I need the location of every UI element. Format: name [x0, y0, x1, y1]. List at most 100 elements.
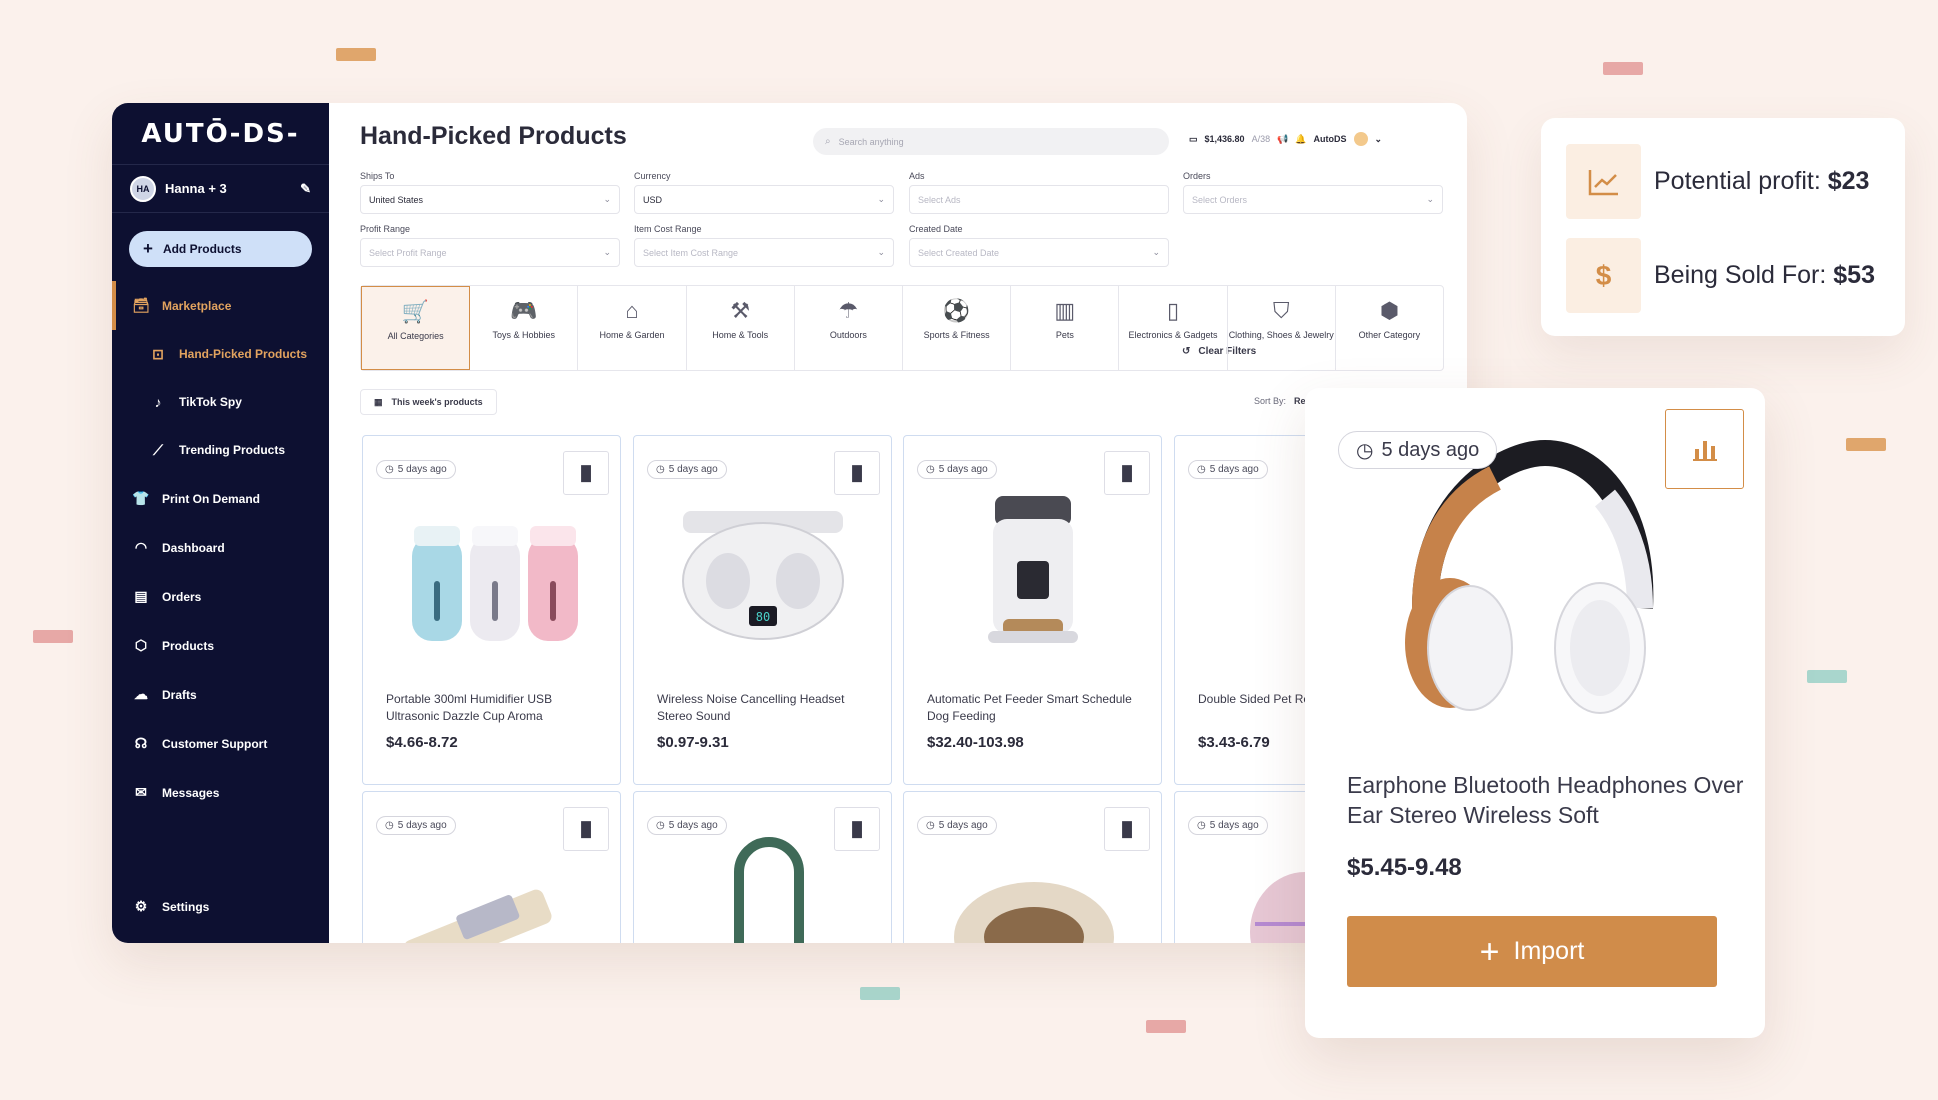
bar-chart-icon[interactable]: ▐▌ [1104, 807, 1150, 851]
ships-to-value: United States [369, 194, 424, 205]
sidebar-item-label: Messages [162, 785, 220, 800]
category-tabs: 🛒 All Categories 🎮 Toys & Hobbies ⌂ Home & … [360, 285, 1444, 371]
sidebar-item-settings[interactable]: ⚙ Settings [112, 882, 210, 931]
wallet-icon[interactable]: ▭ [1189, 134, 1198, 145]
item-cost-select[interactable]: Select Item Cost Range ⌄ [634, 238, 894, 267]
product-image[interactable]: 80 [634, 491, 891, 661]
category-label: Outdoors [829, 330, 867, 340]
bar-chart-icon[interactable] [1665, 409, 1744, 489]
sidebar: AUTŌ-DS- HA Hanna + 3 ✎ + Add Products 🗃… [112, 103, 329, 943]
currency-select[interactable]: USD ⌄ [634, 185, 894, 214]
category-label: Other Category [1358, 330, 1421, 340]
bar-chart-icon[interactable]: ▐▌ [834, 451, 880, 495]
category-label: Pets [1055, 330, 1074, 340]
sidebar-item-customer-support[interactable]: ☊ Customer Support [112, 719, 329, 768]
chevron-down-icon: ⌄ [877, 247, 885, 257]
profit-range-select[interactable]: Select Profit Range ⌄ [360, 238, 620, 267]
headphones-image [1405, 439, 1654, 714]
tab-all-categories[interactable]: 🛒 All Categories [361, 286, 471, 370]
age-text: 5 days ago [1209, 820, 1259, 831]
pencil-icon[interactable]: ✎ [300, 181, 311, 197]
sidebar-item-drafts[interactable]: ☁ Drafts [112, 670, 329, 719]
user-switcher[interactable]: HA Hanna + 3 ✎ [112, 165, 329, 213]
sort-by[interactable]: Sort By: Rec [1254, 396, 1311, 406]
product-card[interactable]: ◷ 5 days ago ▐▌ [362, 791, 621, 943]
receipt-icon: ▤ [134, 588, 148, 604]
category-label: Electronics & Gadgets [1128, 330, 1218, 340]
phone-icon: ▯ [1166, 298, 1180, 324]
search-input[interactable]: ⌕ Search anything [813, 128, 1169, 155]
house-icon: ⌂ [625, 298, 639, 324]
tab-outdoors[interactable]: ☂ Outdoors [795, 286, 904, 370]
ads-placeholder: Select Ads [918, 194, 961, 205]
profit-card: Potential profit: $23 $ Being Sold For: … [1541, 118, 1905, 336]
product-card[interactable]: ◷ 5 days ago ▐▌ Portable 300ml Humidifier… [362, 435, 621, 785]
product-card[interactable]: ◷ 5 days ago ▐▌ Automatic Pet Feeder Smar… [903, 435, 1162, 785]
age-badge: ◷ 5 days ago [376, 460, 456, 479]
tab-home-garden[interactable]: ⌂ Home & Garden [578, 286, 687, 370]
currency-value: USD [643, 194, 663, 205]
confetti [1807, 670, 1847, 683]
bar-chart-icon[interactable]: ▐▌ [834, 807, 880, 851]
age-text: 5 days ago [938, 464, 988, 475]
balance[interactable]: $1,436.80 [1205, 134, 1245, 144]
category-label: Home & Garden [599, 330, 665, 340]
sidebar-item-label: Hand-Picked Products [179, 347, 308, 361]
sidebar-item-hand-picked[interactable]: ⊡ Hand-Picked Products [112, 330, 329, 378]
add-products-button[interactable]: + Add Products [129, 231, 312, 267]
created-date-select[interactable]: Select Created Date ⌄ [909, 238, 1169, 267]
product-detail-card[interactable]: ◷ 5 days ago Earphone Bluetooth Headphone… [1305, 388, 1765, 1038]
account-name[interactable]: AutoDS [1314, 134, 1347, 144]
tab-other-category[interactable]: ⬢ Other Category [1336, 286, 1443, 370]
bell-icon[interactable]: 🔔 [1295, 134, 1306, 145]
tab-electronics-gadgets[interactable]: ▯ Electronics & Gadgets [1119, 286, 1228, 370]
tab-pets[interactable]: ▥ Pets [1011, 286, 1120, 370]
bar-chart-icon[interactable]: ▐▌ [1104, 451, 1150, 495]
sidebar-item-products[interactable]: ⬡ Products [112, 621, 329, 670]
product-image[interactable] [363, 491, 620, 661]
orders-filter: Orders Select Orders ⌄ [1183, 171, 1443, 214]
tab-home-tools[interactable]: ⚒ Home & Tools [687, 286, 795, 370]
profit-range-filter: Profit Range Select Profit Range ⌄ [360, 224, 620, 267]
ships-to-filter: Ships To United States ⌄ [360, 171, 620, 214]
sidebar-item-trending[interactable]: ⟋ Trending Products [112, 426, 329, 474]
age-badge: ◷ 5 days ago [1188, 460, 1268, 479]
ads-label: Ads [909, 171, 925, 181]
trend-icon: ⟋ [153, 441, 163, 458]
orders-select[interactable]: Select Orders ⌄ [1183, 185, 1443, 214]
tab-sports-fitness[interactable]: ⚽ Sports & Fitness [903, 286, 1012, 370]
product-card[interactable]: ◷ 5 days ago ▐▌ [633, 791, 892, 943]
product-card[interactable]: ◷ 5 days ago ▐▌ 80 Wireless Noise Cancell… [633, 435, 892, 785]
sidebar-item-messages[interactable]: ✉ Messages [112, 768, 329, 817]
category-label: Clothing, Shoes & Jewelry [1228, 330, 1334, 340]
product-card[interactable]: ◷ 5 days ago ▐▌ [903, 791, 1162, 943]
chevron-down-icon: ⌄ [603, 194, 611, 204]
being-sold-row: $ Being Sold For: $53 [1566, 238, 1875, 313]
sidebar-item-print-on-demand[interactable]: 👕 Print On Demand [112, 474, 329, 523]
tab-toys-hobbies[interactable]: 🎮 Toys & Hobbies [470, 286, 579, 370]
main-content: Hand-Picked Products ⌕ Search anything ▭… [329, 103, 1467, 943]
plus-icon: + [1479, 932, 1500, 971]
shirt-icon: 👕 [132, 490, 150, 506]
age-text: 5 days ago [1381, 438, 1480, 461]
this-weeks-products-toggle[interactable]: ▦ This week's products [360, 389, 497, 415]
bar-chart-icon[interactable]: ▐▌ [563, 451, 609, 495]
ads-select[interactable]: Select Ads [909, 185, 1169, 214]
account-avatar[interactable] [1353, 132, 1368, 146]
megaphone-icon[interactable]: 📢 [1277, 134, 1288, 145]
logo[interactable]: AUTŌ-DS- [112, 103, 329, 165]
age-text: 5 days ago [668, 464, 718, 475]
import-button[interactable]: + Import [1347, 916, 1717, 987]
sidebar-item-marketplace[interactable]: 🗃 Marketplace [112, 281, 329, 330]
sidebar-item-dashboard[interactable]: ◠ Dashboard [112, 523, 329, 572]
chevron-down-icon[interactable]: ⌄ [1375, 134, 1383, 145]
ball-icon: ⚽ [942, 298, 971, 324]
sidebar-item-tiktok-spy[interactable]: ♪ TikTok Spy [112, 378, 329, 426]
product-image[interactable] [904, 491, 1161, 661]
ships-to-select[interactable]: United States ⌄ [360, 185, 620, 214]
gauge-icon: ◠ [134, 539, 148, 555]
tab-clothing-shoes-jewelry[interactable]: ⛉ Clothing, Shoes & Jewelry [1228, 286, 1336, 370]
bar-chart-icon[interactable]: ▐▌ [563, 807, 609, 851]
sidebar-item-orders[interactable]: ▤ Orders [112, 572, 329, 621]
age-badge: ◷ 5 days ago [647, 816, 727, 835]
